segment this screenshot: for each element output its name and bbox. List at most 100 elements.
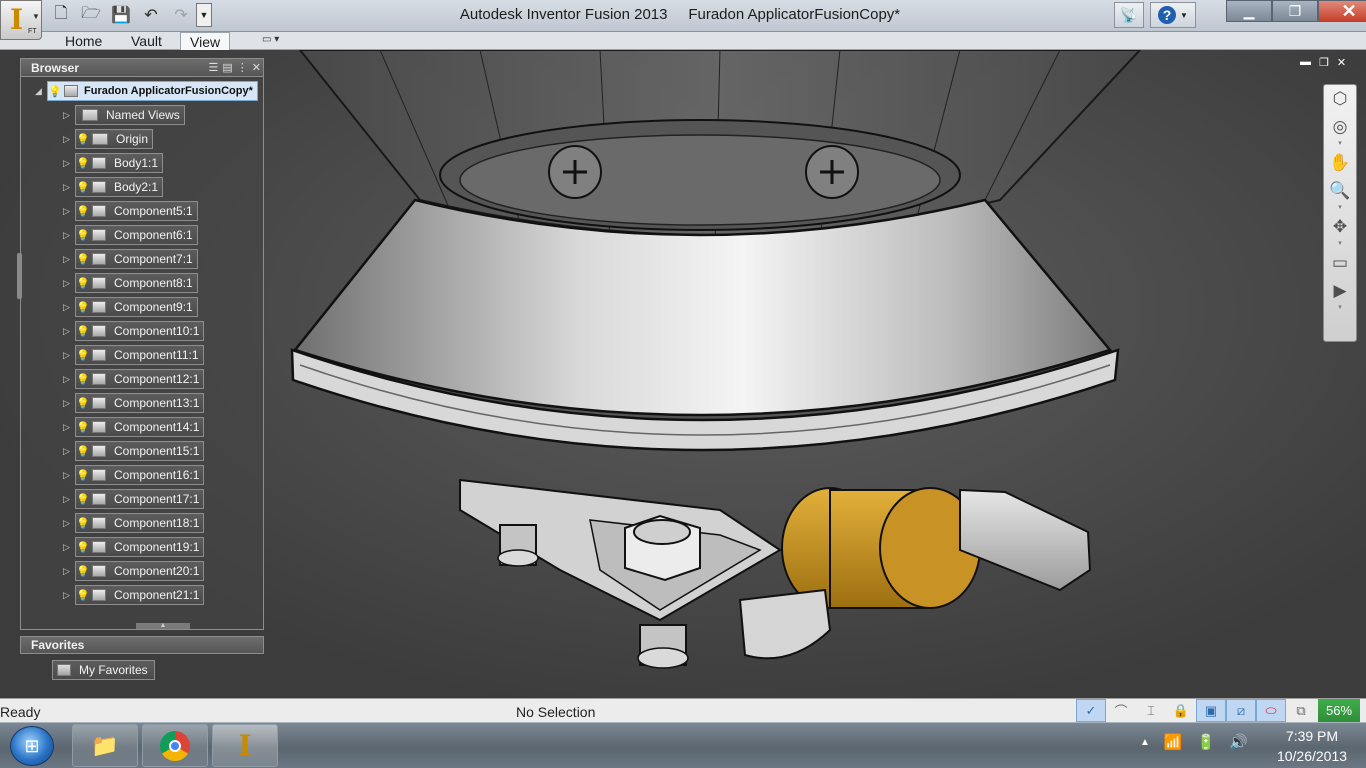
lightbulb-icon[interactable]: 💡 — [76, 157, 90, 170]
expand-arrow-icon[interactable]: ▷ — [63, 446, 75, 457]
browser-options-icon[interactable]: ⋮ — [237, 59, 248, 77]
expand-arrow-icon[interactable]: ▷ — [63, 254, 75, 265]
new-icon[interactable]: 🗋 — [46, 3, 76, 27]
clock[interactable]: 7:39 PM 10/26/2013 — [1262, 726, 1362, 766]
viewport-restore-icon[interactable]: ❐ — [1319, 56, 1329, 69]
expand-arrow-icon[interactable]: ▷ — [63, 134, 75, 145]
expand-arrow-icon[interactable]: ▷ — [63, 350, 75, 361]
lightbulb-icon[interactable]: 💡 — [76, 205, 90, 218]
lightbulb-icon[interactable]: 💡 — [76, 517, 90, 530]
chrome-icon[interactable] — [142, 724, 208, 767]
orbit-icon[interactable]: ✥ — [1324, 213, 1356, 241]
lightbulb-icon[interactable]: 💡 — [76, 277, 90, 290]
tree-node-body[interactable]: 💡 Body1:1 — [75, 153, 164, 173]
record-icon[interactable]: ▶ — [1324, 277, 1356, 305]
expand-arrow-icon[interactable]: ▷ — [63, 470, 75, 481]
tree-node-component[interactable]: 💡 Component11:1 — [75, 345, 204, 365]
bounding-box-icon[interactable]: ⌶ — [1136, 699, 1166, 722]
expand-arrow-icon[interactable]: ▷ — [63, 494, 75, 505]
battery-icon[interactable]: 🔋 — [1197, 733, 1216, 751]
application-menu-button[interactable]: I FT ▼ — [0, 0, 42, 40]
expand-arrow-icon[interactable]: ▷ — [63, 326, 75, 337]
pan-icon[interactable]: ✋ — [1324, 149, 1356, 177]
tab-home[interactable]: Home — [56, 32, 111, 50]
expand-arrow-icon[interactable]: ▷ — [63, 230, 75, 241]
help-button[interactable]: ? ▼ — [1150, 2, 1196, 28]
expand-arrow-icon[interactable]: ▷ — [63, 518, 75, 529]
restore-button[interactable]: ❐ — [1272, 0, 1318, 22]
lightbulb-icon[interactable]: 💡 — [76, 589, 90, 602]
viewport-minimize-icon[interactable]: ▬ — [1300, 56, 1311, 69]
tree-node-component[interactable]: 💡 Component6:1 — [75, 225, 198, 245]
collapse-all-icon[interactable]: ▤ — [222, 59, 232, 77]
tree-node-component[interactable]: 💡 Component13:1 — [75, 393, 205, 413]
lightbulb-icon[interactable]: 💡 — [76, 373, 90, 386]
lightbulb-icon[interactable]: 💡 — [76, 229, 90, 242]
tree-node-component[interactable]: 💡 Component21:1 — [75, 585, 205, 605]
tab-vault[interactable]: Vault — [122, 32, 171, 50]
tree-node-component[interactable]: 💡 Component10:1 — [75, 321, 205, 341]
view-cube-icon[interactable]: ⬡ — [1324, 85, 1356, 113]
favorites-item[interactable]: My Favorites — [52, 660, 155, 680]
graphics-viewport[interactable]: Browser ☰ ▤ ⋮ ✕ ◢ 💡 Furadon ApplicatorFu… — [0, 50, 1366, 698]
lightbulb-icon[interactable]: 💡 — [76, 181, 90, 194]
expand-arrow-icon[interactable]: ▷ — [63, 302, 75, 313]
tab-view[interactable]: View — [180, 32, 231, 50]
tree-node-component[interactable]: 💡 Component8:1 — [75, 273, 198, 293]
tree-node-component[interactable]: 💡 Component7:1 — [75, 249, 198, 269]
communication-center-icon[interactable]: 📡 — [1114, 2, 1144, 28]
lightbulb-icon[interactable]: 💡 — [76, 397, 90, 410]
lightbulb-icon[interactable]: 💡 — [76, 541, 90, 554]
look-at-icon[interactable]: ▭ — [1324, 249, 1356, 277]
lightbulb-icon[interactable]: 💡 — [76, 253, 90, 266]
expand-arrow-icon[interactable]: ▷ — [63, 542, 75, 553]
chevron-down-icon[interactable]: ▾ — [1324, 204, 1356, 213]
tree-node-component[interactable]: 💡 Component17:1 — [75, 489, 205, 509]
expand-arrow-icon[interactable]: ▷ — [63, 182, 75, 193]
file-explorer-icon[interactable]: 📁 — [72, 724, 138, 767]
lightbulb-icon[interactable]: 💡 — [76, 133, 90, 146]
chevron-down-icon[interactable]: ▾ — [1324, 240, 1356, 249]
tree-node-component[interactable]: 💡 Component14:1 — [75, 417, 205, 437]
expand-arrow-icon[interactable]: ▷ — [63, 158, 75, 169]
navbar-options-icon[interactable]: ▾ — [1324, 304, 1356, 313]
expand-arrow-icon[interactable]: ▷ — [63, 278, 75, 289]
select-mode-icon[interactable]: ✓ — [1076, 699, 1106, 722]
lightbulb-icon[interactable]: 💡 — [76, 421, 90, 434]
tree-node-component[interactable]: 💡 Component5:1 — [75, 201, 198, 221]
ribbon-minimize-button[interactable]: ▭ ▾ — [262, 34, 279, 45]
lightbulb-icon[interactable]: 💡 — [76, 301, 90, 314]
expand-arrow-icon[interactable]: ▷ — [63, 566, 75, 577]
lock-icon[interactable]: 🔒 — [1166, 699, 1196, 722]
tree-node-component[interactable]: 💡 Component15:1 — [75, 441, 205, 461]
ground-icon[interactable]: ⌒ — [1106, 699, 1136, 722]
expand-arrow-icon[interactable]: ▷ — [63, 374, 75, 385]
tree-node-component[interactable]: 💡 Component19:1 — [75, 537, 205, 557]
tree-node-body[interactable]: 💡 Body2:1 — [75, 177, 164, 197]
expand-arrow-icon[interactable]: ▷ — [63, 590, 75, 601]
show-hidden-icons-icon[interactable]: ▲ — [1140, 737, 1150, 751]
tree-node-folder[interactable]: Named Views — [75, 105, 185, 125]
tree-node-component[interactable]: 💡 Component16:1 — [75, 465, 205, 485]
lightbulb-icon[interactable]: 💡 — [76, 349, 90, 362]
tree-node-component[interactable]: 💡 Component12:1 — [75, 369, 205, 389]
tree-node-component[interactable]: 💡 Component20:1 — [75, 561, 205, 581]
customize-toolbar-button[interactable]: ▼ — [196, 3, 212, 27]
display-mode-icon[interactable]: ▣ — [1196, 699, 1226, 722]
expand-all-icon[interactable]: ☰ — [209, 59, 219, 77]
close-button[interactable]: ✕ — [1318, 0, 1366, 22]
viewport-close-icon[interactable]: ✕ — [1337, 56, 1346, 69]
lightbulb-icon[interactable]: 💡 — [76, 469, 90, 482]
inventor-fusion-icon[interactable]: I — [212, 724, 278, 767]
tree-node-folder[interactable]: 💡 Origin — [75, 129, 154, 149]
tree-root-node[interactable]: 💡 Furadon ApplicatorFusionCopy* — [47, 81, 258, 101]
browser-resize-grip[interactable]: ▲ — [136, 622, 190, 629]
open-icon[interactable]: 🗁 — [76, 3, 106, 27]
expand-arrow-icon[interactable]: ▷ — [63, 110, 75, 121]
lightbulb-icon[interactable]: 💡 — [76, 445, 90, 458]
lightbulb-icon[interactable]: 💡 — [76, 565, 90, 578]
lightbulb-icon[interactable]: 💡 — [76, 325, 90, 338]
browser-scrollbar[interactable] — [17, 253, 22, 299]
zoom-icon[interactable]: 🔍 — [1324, 177, 1356, 205]
expand-arrow-icon[interactable]: ▷ — [63, 206, 75, 217]
